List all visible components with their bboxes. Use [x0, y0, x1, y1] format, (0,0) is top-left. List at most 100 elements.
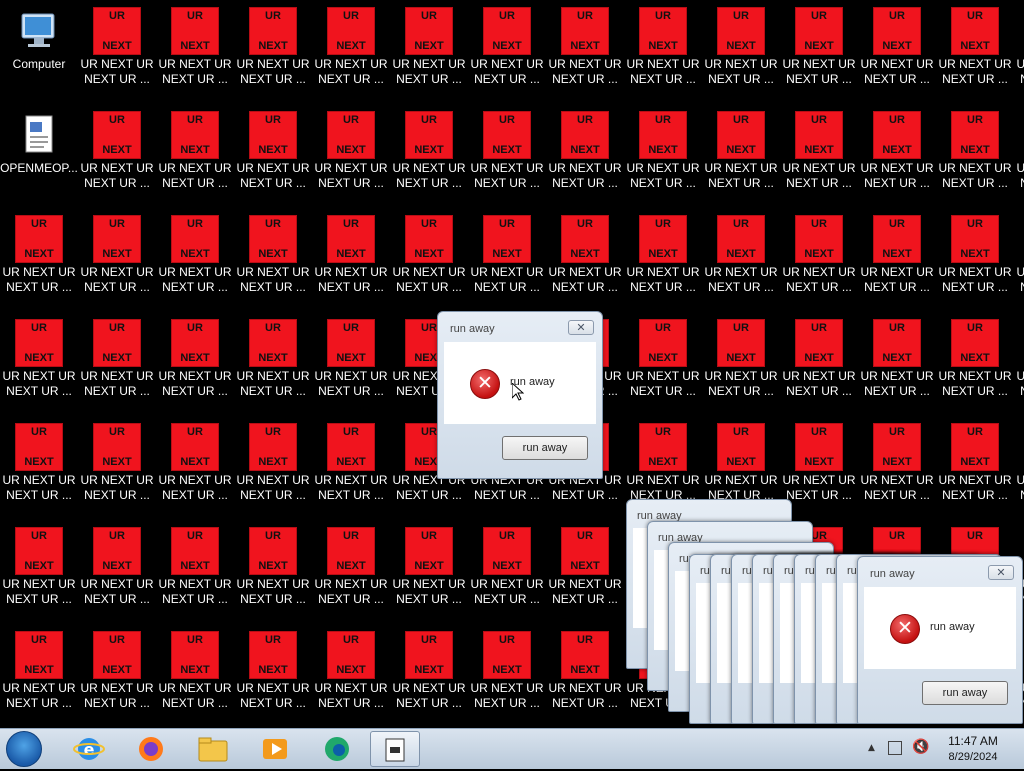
desktop-icon-ur-next[interactable]: URNEXTUR NEXT URNEXT UR ... — [78, 416, 156, 512]
desktop-icon-ur-next[interactable]: URNEXTUR NEXT URNEXT UR ... — [780, 104, 858, 200]
network-icon[interactable] — [888, 741, 902, 755]
desktop-icon-ur-next[interactable]: URNEXTUR NEXT URNEXT UR ... — [234, 520, 312, 616]
desktop-icon-ur-next[interactable]: URNEXTUR NEXT URNEXT UR ... — [468, 208, 546, 304]
desktop-icon-ur-next[interactable]: URNEXTUR NEXT URNEXT UR ... — [1014, 0, 1024, 96]
desktop-icon-ur-next[interactable]: URNEXTUR NEXT URNEXT UR ... — [624, 416, 702, 512]
desktop-icon-ur-next[interactable]: URNEXTUR NEXT URNEXT UR ... — [78, 312, 156, 408]
desktop-icon-ur-next[interactable]: URNEXTUR NEXT URNEXT UR ... — [858, 312, 936, 408]
edge-icon[interactable] — [312, 731, 362, 767]
desktop-icon-ur-next[interactable]: URNEXTUR NEXT URNEXT UR ... — [156, 520, 234, 616]
firefox-icon[interactable] — [126, 731, 176, 767]
desktop-icon-ur-next[interactable]: URNEXTUR NEXT URNEXT UR ... — [390, 208, 468, 304]
tile-label-top: UR — [265, 218, 281, 230]
desktop-icon-ur-next[interactable]: URNEXTUR NEXT URNEXT UR ... — [858, 208, 936, 304]
openmeop-desktop-icon[interactable]: OPENMEOP... — [0, 104, 78, 200]
run-away-button[interactable]: run away — [502, 436, 588, 460]
desktop-icon-ur-next[interactable]: URNEXTUR NEXT URNEXT UR ... — [546, 104, 624, 200]
desktop-icon-ur-next[interactable]: URNEXTUR NEXT URNEXT UR ... — [156, 416, 234, 512]
desktop-icon-ur-next[interactable]: URNEXTUR NEXT URNEXT UR ... — [234, 624, 312, 720]
desktop-icon-ur-next[interactable]: URNEXTUR NEXT URNEXT UR ... — [468, 624, 546, 720]
desktop-icon-ur-next[interactable]: URNEXTUR NEXT URNEXT UR ... — [1014, 312, 1024, 408]
media-player-icon[interactable] — [250, 731, 300, 767]
desktop-icon-ur-next[interactable]: URNEXTUR NEXT URNEXT UR ... — [156, 208, 234, 304]
desktop-icon-ur-next[interactable]: URNEXTUR NEXT URNEXT UR ... — [624, 104, 702, 200]
desktop-icon-ur-next[interactable]: URNEXTUR NEXT URNEXT UR ... — [390, 0, 468, 96]
desktop-icon-ur-next[interactable]: URNEXTUR NEXT URNEXT UR ... — [0, 208, 78, 304]
desktop-icon-ur-next[interactable]: URNEXTUR NEXT URNEXT UR ... — [702, 208, 780, 304]
desktop-icon-ur-next[interactable]: URNEXTUR NEXT URNEXT UR ... — [312, 208, 390, 304]
error-dialog[interactable]: run away ✕ ✕ run away run away — [857, 556, 1023, 724]
close-icon[interactable]: ✕ — [568, 320, 594, 335]
volume-muted-icon[interactable]: 🔇 — [912, 739, 929, 755]
desktop-icon-ur-next[interactable]: URNEXTUR NEXT URNEXT UR ... — [156, 312, 234, 408]
desktop-icon-ur-next[interactable]: URNEXTUR NEXT URNEXT UR ... — [1014, 416, 1024, 512]
desktop-icon-ur-next[interactable]: URNEXTUR NEXT URNEXT UR ... — [936, 104, 1014, 200]
desktop-icon-ur-next[interactable]: URNEXTUR NEXT URNEXT UR ... — [234, 208, 312, 304]
desktop-icon-ur-next[interactable]: URNEXTUR NEXT URNEXT UR ... — [0, 416, 78, 512]
desktop-icon-ur-next[interactable]: URNEXTUR NEXT URNEXT UR ... — [546, 624, 624, 720]
desktop-icon-ur-next[interactable]: URNEXTUR NEXT URNEXT UR ... — [780, 0, 858, 96]
show-hidden-icons-icon[interactable]: ▲ — [868, 743, 875, 753]
desktop-icon-ur-next[interactable]: URNEXTUR NEXT URNEXT UR ... — [78, 624, 156, 720]
desktop-icon-ur-next[interactable]: URNEXTUR NEXT URNEXT UR ... — [624, 0, 702, 96]
desktop-icon-ur-next[interactable]: URNEXTUR NEXT URNEXT UR ... — [0, 312, 78, 408]
desktop-icon-ur-next[interactable]: URNEXTUR NEXT URNEXT UR ... — [702, 104, 780, 200]
desktop-icon-ur-next[interactable]: URNEXTUR NEXT URNEXT UR ... — [1014, 208, 1024, 304]
desktop-icon-ur-next[interactable]: URNEXTUR NEXT URNEXT UR ... — [780, 416, 858, 512]
desktop-icon-ur-next[interactable]: URNEXTUR NEXT URNEXT UR ... — [312, 624, 390, 720]
start-button[interactable] — [6, 731, 42, 767]
desktop-icon-ur-next[interactable]: URNEXTUR NEXT URNEXT UR ... — [312, 312, 390, 408]
desktop-icon-ur-next[interactable]: URNEXTUR NEXT URNEXT UR ... — [780, 208, 858, 304]
desktop-icon-ur-next[interactable]: URNEXTUR NEXT URNEXT UR ... — [156, 104, 234, 200]
desktop-icon-ur-next[interactable]: URNEXTUR NEXT URNEXT UR ... — [858, 104, 936, 200]
file-explorer-icon[interactable] — [188, 731, 238, 767]
desktop-icon-ur-next[interactable]: URNEXTUR NEXT URNEXT UR ... — [1014, 104, 1024, 200]
tile-label-bottom: NEXT — [102, 560, 132, 572]
desktop-icon-ur-next[interactable]: URNEXTUR NEXT URNEXT UR ... — [858, 416, 936, 512]
desktop-icon-ur-next[interactable]: URNEXTUR NEXT URNEXT UR ... — [156, 624, 234, 720]
desktop-icon-ur-next[interactable]: URNEXTUR NEXT URNEXT UR ... — [858, 0, 936, 96]
active-app-icon[interactable] — [370, 731, 420, 767]
clock-date[interactable]: 8/29/2024 — [936, 751, 1010, 763]
desktop-icon-ur-next[interactable]: URNEXTUR NEXT URNEXT UR ... — [0, 520, 78, 616]
desktop-icon-ur-next[interactable]: URNEXTUR NEXT URNEXT UR ... — [702, 312, 780, 408]
desktop-icon-ur-next[interactable]: URNEXTUR NEXT URNEXT UR ... — [390, 520, 468, 616]
desktop-icon-ur-next[interactable]: URNEXTUR NEXT URNEXT UR ... — [0, 624, 78, 720]
desktop-icon-ur-next[interactable]: URNEXTUR NEXT URNEXT UR ... — [234, 0, 312, 96]
desktop-icon-ur-next[interactable]: URNEXTUR NEXT URNEXT UR ... — [468, 0, 546, 96]
desktop-icon-ur-next[interactable]: URNEXTUR NEXT URNEXT UR ... — [156, 0, 234, 96]
desktop-icon-ur-next[interactable]: URNEXTUR NEXT URNEXT UR ... — [312, 416, 390, 512]
desktop-icon-ur-next[interactable]: URNEXTUR NEXT URNEXT UR ... — [702, 416, 780, 512]
clock-time[interactable]: 11:47 AM — [936, 734, 1010, 748]
desktop-icon-ur-next[interactable]: URNEXTUR NEXT URNEXT UR ... — [78, 104, 156, 200]
desktop-icon-ur-next[interactable]: URNEXTUR NEXT URNEXT UR ... — [702, 0, 780, 96]
desktop-icon-ur-next[interactable]: URNEXTUR NEXT URNEXT UR ... — [936, 0, 1014, 96]
desktop-icon-ur-next[interactable]: URNEXTUR NEXT URNEXT UR ... — [936, 312, 1014, 408]
desktop-icon-ur-next[interactable]: URNEXTUR NEXT URNEXT UR ... — [312, 520, 390, 616]
desktop-icon-ur-next[interactable]: URNEXTUR NEXT URNEXT UR ... — [546, 0, 624, 96]
computer-desktop-icon[interactable]: Computer — [0, 0, 78, 96]
desktop-icon-ur-next[interactable]: URNEXTUR NEXT URNEXT UR ... — [390, 624, 468, 720]
desktop-icon-ur-next[interactable]: URNEXTUR NEXT URNEXT UR ... — [624, 208, 702, 304]
desktop-icon-ur-next[interactable]: URNEXTUR NEXT URNEXT UR ... — [936, 416, 1014, 512]
run-away-button[interactable]: run away — [922, 681, 1008, 705]
desktop-icon-ur-next[interactable]: URNEXTUR NEXT URNEXT UR ... — [936, 208, 1014, 304]
desktop-icon-label-line1: UR NEXT UR — [158, 57, 232, 71]
desktop-icon-ur-next[interactable]: URNEXTUR NEXT URNEXT UR ... — [312, 0, 390, 96]
desktop-icon-ur-next[interactable]: URNEXTUR NEXT URNEXT UR ... — [78, 0, 156, 96]
desktop-icon-ur-next[interactable]: URNEXTUR NEXT URNEXT UR ... — [390, 104, 468, 200]
desktop-icon-ur-next[interactable]: URNEXTUR NEXT URNEXT UR ... — [78, 208, 156, 304]
internet-explorer-icon[interactable]: e — [64, 731, 114, 767]
desktop-icon-ur-next[interactable]: URNEXTUR NEXT URNEXT UR ... — [780, 312, 858, 408]
desktop-icon-ur-next[interactable]: URNEXTUR NEXT URNEXT UR ... — [234, 416, 312, 512]
desktop-icon-ur-next[interactable]: URNEXTUR NEXT URNEXT UR ... — [468, 520, 546, 616]
close-icon[interactable]: ✕ — [988, 565, 1014, 580]
desktop-icon-ur-next[interactable]: URNEXTUR NEXT URNEXT UR ... — [78, 520, 156, 616]
desktop-icon-ur-next[interactable]: URNEXTUR NEXT URNEXT UR ... — [234, 312, 312, 408]
desktop-icon-ur-next[interactable]: URNEXTUR NEXT URNEXT UR ... — [468, 104, 546, 200]
desktop-icon-ur-next[interactable]: URNEXTUR NEXT URNEXT UR ... — [234, 104, 312, 200]
desktop-icon-ur-next[interactable]: URNEXTUR NEXT URNEXT UR ... — [546, 208, 624, 304]
desktop-icon-ur-next[interactable]: URNEXTUR NEXT URNEXT UR ... — [624, 312, 702, 408]
desktop-icon-ur-next[interactable]: URNEXTUR NEXT URNEXT UR ... — [546, 520, 624, 616]
desktop-icon-ur-next[interactable]: URNEXTUR NEXT URNEXT UR ... — [312, 104, 390, 200]
